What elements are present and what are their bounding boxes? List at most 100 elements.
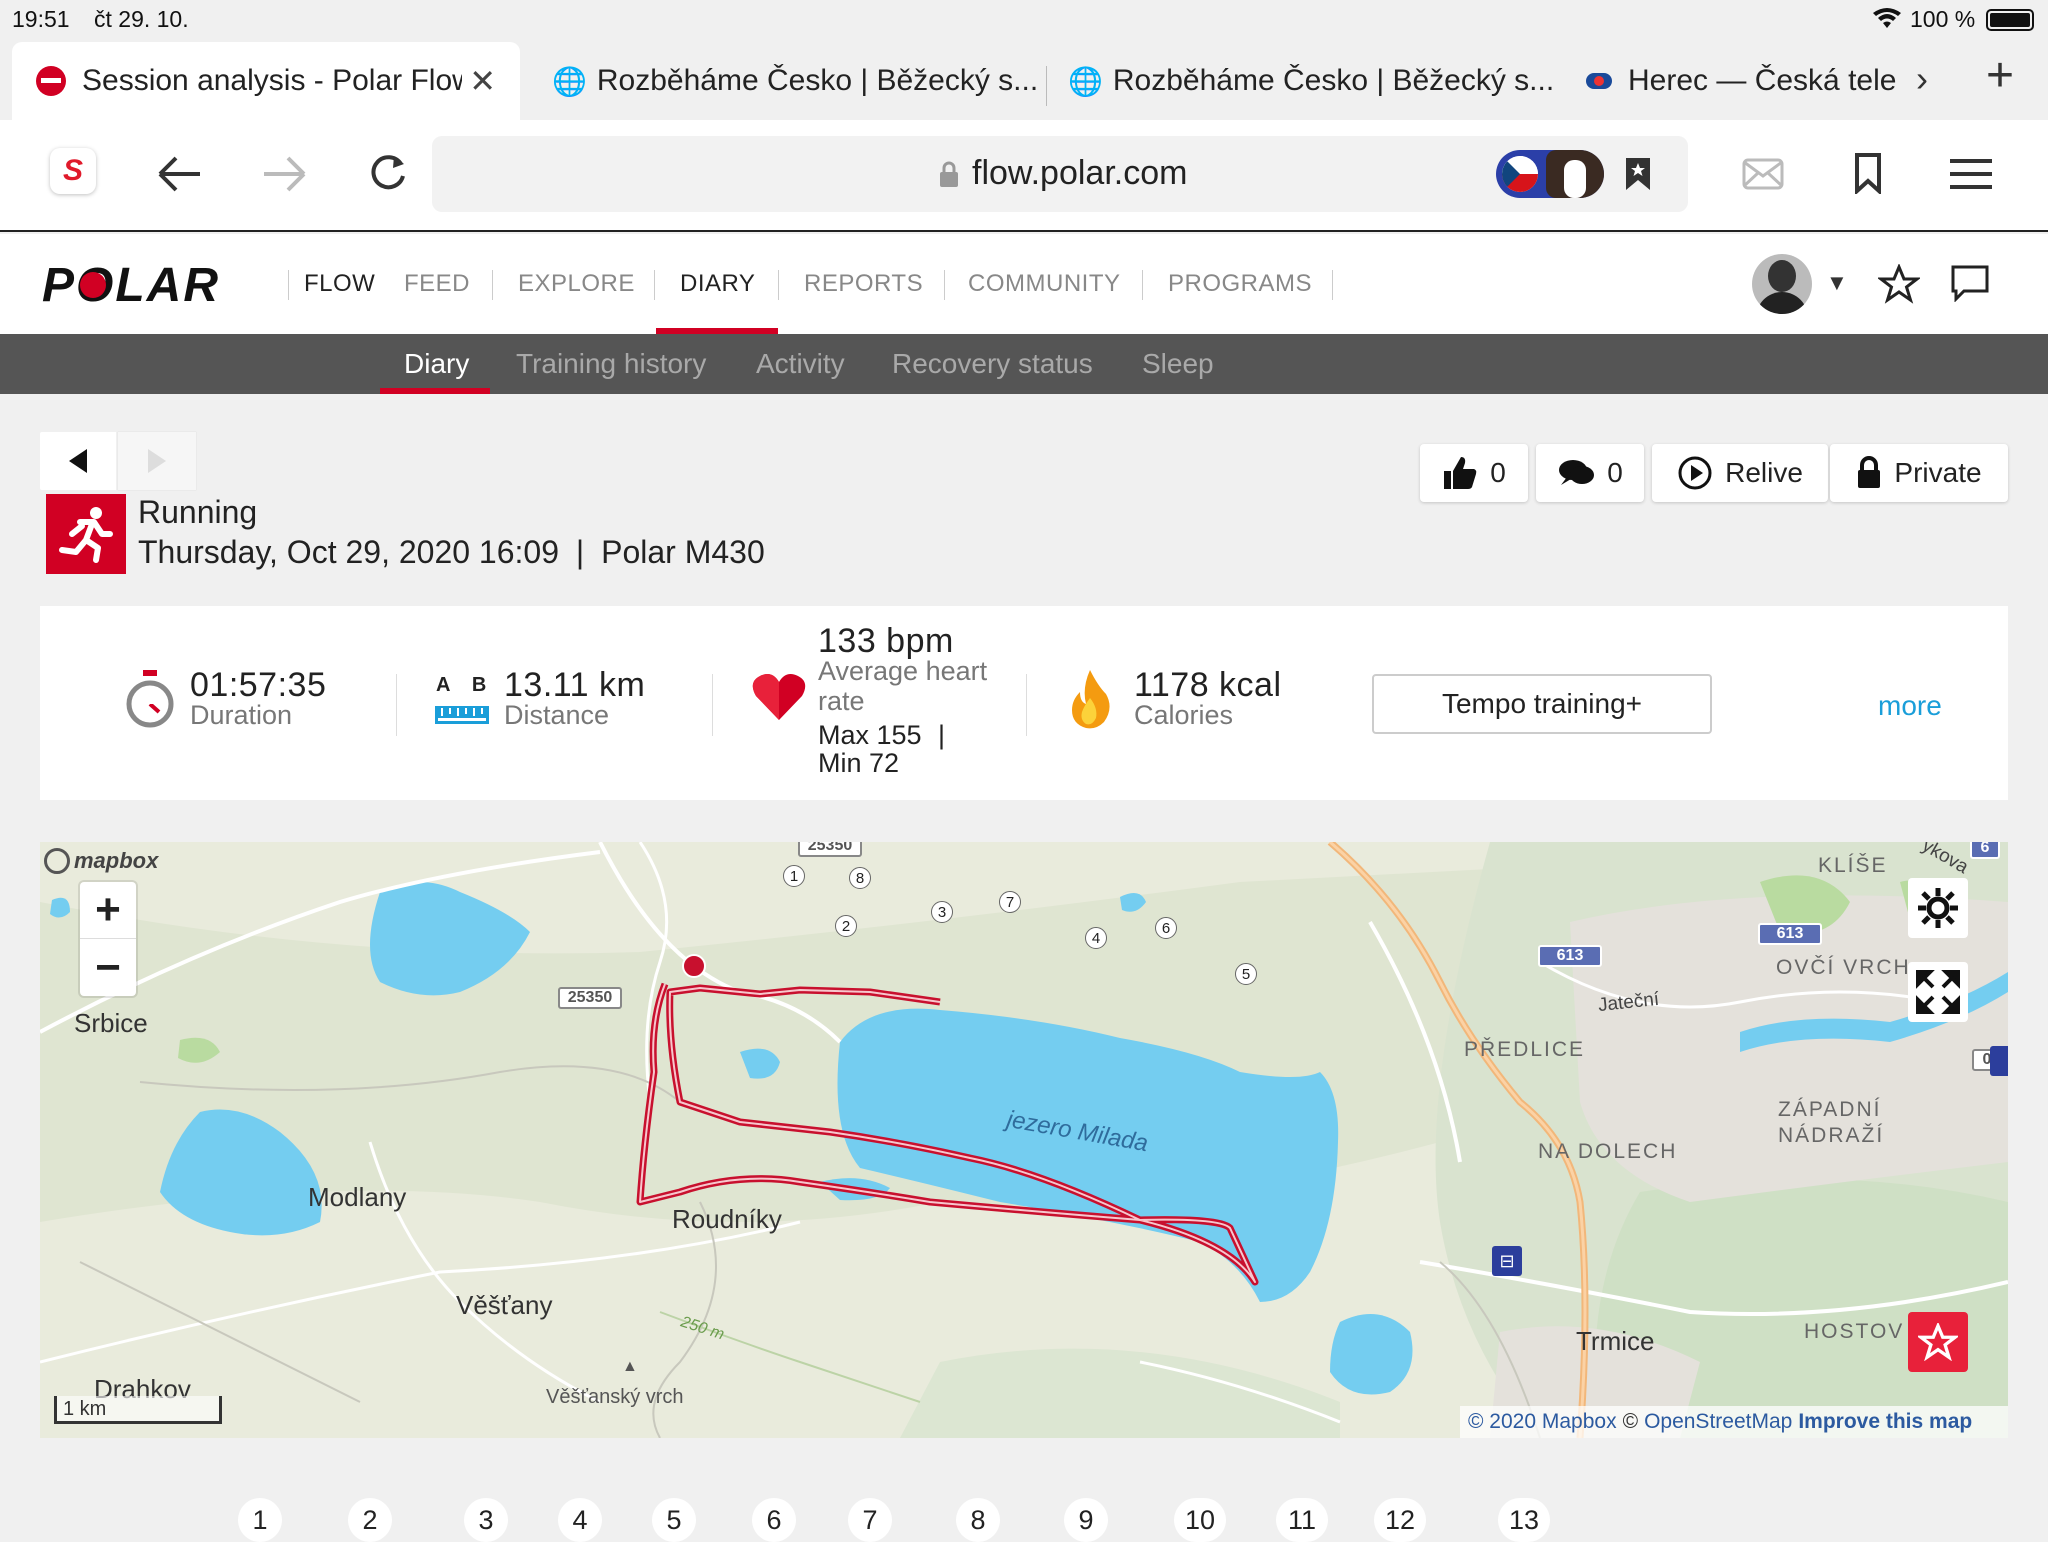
map-layers-button[interactable] — [1908, 878, 1968, 938]
place-zapadni: ZÁPADNÍ — [1778, 1098, 1882, 1121]
subnav-training-history[interactable]: Training history — [516, 334, 706, 394]
seznam-logo-icon[interactable]: S — [50, 148, 96, 194]
subnav-recovery-status[interactable]: Recovery status — [892, 334, 1093, 394]
lap-page-button[interactable]: 9 — [1064, 1498, 1108, 1542]
comment-button[interactable]: 0 — [1536, 444, 1644, 502]
session-datetime-line: Thursday, Oct 29, 2020 16:09 | Polar M43… — [138, 534, 765, 571]
like-button[interactable]: 0 — [1420, 444, 1528, 502]
attribution-separator: © — [1622, 1410, 1639, 1433]
lap-page-button[interactable]: 4 — [558, 1498, 602, 1542]
route-map[interactable]: 12345678910111213 2535025352253502535013… — [40, 842, 2008, 1438]
url-text: flow.polar.com — [972, 154, 1188, 192]
browser-tab-2[interactable]: 🌐 Rozběháme Česko | Běžecký s... — [532, 42, 1038, 120]
prev-session-button[interactable] — [40, 432, 116, 490]
next-session-button[interactable] — [118, 432, 196, 490]
training-benefit-button[interactable]: Tempo training+ — [1372, 674, 1712, 734]
lap-page-button[interactable]: 5 — [652, 1498, 696, 1542]
mail-icon[interactable] — [1742, 156, 1784, 192]
comments-icon — [1559, 460, 1595, 485]
hr-separator: | — [938, 720, 946, 750]
avatar[interactable] — [1752, 254, 1812, 314]
diary-subnav: Diary Training history Activity Recovery… — [0, 334, 2048, 394]
subnav-sleep[interactable]: Sleep — [1142, 334, 1214, 394]
ruler-icon — [435, 706, 489, 724]
lap-page-button[interactable]: 7 — [848, 1498, 892, 1542]
nav-feed[interactable]: FEED — [404, 234, 470, 334]
bookmark-star-icon[interactable] — [1624, 156, 1652, 192]
status-bar: 19:51 čt 29. 10. 100 % — [0, 0, 2048, 40]
lap-page-button[interactable]: 11 — [1276, 1498, 1328, 1542]
reload-icon[interactable] — [368, 152, 408, 192]
forward-arrow-icon[interactable] — [262, 154, 308, 194]
nav-flow[interactable]: FLOW — [304, 234, 375, 334]
place-ovci-vrch: OVČÍ VRCH — [1776, 956, 1911, 979]
star-icon[interactable] — [1878, 264, 1920, 304]
play-circle-icon — [1678, 456, 1712, 490]
summit-triangle-icon: ▲ — [622, 1358, 638, 1375]
polar-header: POLAR FLOW FEED EXPLORE DIARY REPORTS CO… — [0, 234, 2048, 334]
zoom-out-button[interactable]: − — [80, 939, 136, 996]
nav-community[interactable]: COMMUNITY — [968, 234, 1120, 334]
sport-name: Running — [138, 494, 258, 530]
relive-button[interactable]: Relive — [1652, 444, 1828, 502]
polar-logo[interactable]: POLAR — [42, 258, 220, 313]
status-time: 19:51 — [12, 6, 70, 32]
mapbox-logo[interactable]: mapbox — [44, 848, 158, 874]
address-bar[interactable]: flow.polar.com — [432, 136, 1688, 212]
fullscreen-button[interactable] — [1908, 962, 1968, 1022]
distance-label: Distance — [504, 700, 610, 730]
subnav-activity[interactable]: Activity — [756, 334, 845, 394]
globe-icon: 🌐 — [1068, 65, 1103, 97]
session-separator: | — [575, 534, 585, 570]
gear-icon — [1918, 888, 1958, 928]
padlock-icon — [1858, 456, 1881, 488]
nav-diary[interactable]: DIARY — [680, 234, 755, 334]
close-tab-icon[interactable]: ✕ — [469, 62, 496, 100]
back-arrow-icon[interactable] — [156, 154, 202, 194]
browser-tab-3[interactable]: 🌐 Rozběháme Česko | Běžecký s... — [1048, 42, 1554, 120]
road-number-shield: 25350 — [798, 842, 862, 857]
km-marker: 1 — [783, 865, 805, 887]
more-link[interactable]: more — [1878, 690, 1942, 722]
hamburger-menu-icon[interactable] — [1950, 158, 1992, 190]
attribution-osm-link[interactable]: OpenStreetMap — [1644, 1410, 1792, 1434]
nav-reports[interactable]: REPORTS — [804, 234, 923, 334]
privacy-button[interactable]: Private — [1830, 444, 2008, 502]
browser-tab-4[interactable]: Herec — Česká tele — [1562, 42, 1914, 120]
zoom-controls: + − — [80, 882, 136, 996]
attribution-mapbox-link[interactable]: © 2020 Mapbox — [1468, 1410, 1617, 1434]
lap-page-button[interactable]: 10 — [1174, 1498, 1226, 1542]
running-icon — [46, 494, 126, 574]
session-device: Polar M430 — [601, 534, 765, 570]
lap-page-button[interactable]: 13 — [1498, 1498, 1550, 1542]
lap-page-button[interactable]: 12 — [1374, 1498, 1426, 1542]
lap-page-button[interactable]: 2 — [348, 1498, 392, 1542]
tab-title: Rozběháme Česko | Běžecký s... — [1112, 64, 1554, 97]
wifi-icon — [1873, 8, 1901, 28]
bookmark-icon[interactable] — [1854, 152, 1882, 194]
lap-page-button[interactable]: 8 — [956, 1498, 1000, 1542]
km-marker: 5 — [1235, 963, 1257, 985]
chevron-down-icon[interactable]: ▼ — [1826, 270, 1848, 296]
lap-page-button[interactable]: 1 — [238, 1498, 282, 1542]
new-tab-plus-icon[interactable]: + — [1986, 48, 2014, 103]
zoom-in-button[interactable]: + — [80, 882, 136, 939]
browser-toolbar: S flow.polar.com — [0, 120, 2048, 232]
dog-extension-icon[interactable] — [1496, 150, 1604, 198]
messages-icon[interactable] — [1950, 264, 1990, 302]
lap-page-button[interactable]: 6 — [752, 1498, 796, 1542]
save-route-button[interactable] — [1908, 1312, 1968, 1372]
lap-page-button[interactable]: 3 — [464, 1498, 508, 1542]
place-srbice: Srbice — [74, 1008, 148, 1038]
nav-programs[interactable]: PROGRAMS — [1168, 234, 1312, 334]
subnav-diary[interactable]: Diary — [404, 334, 469, 394]
improve-map-link[interactable]: Improve this map — [1798, 1410, 1972, 1434]
road-number-shield: 613 — [1758, 923, 1822, 945]
browser-tab-session[interactable]: Session analysis - Polar Flow ✕ — [12, 42, 520, 120]
nav-explore[interactable]: EXPLORE — [518, 234, 635, 334]
chevron-right-icon[interactable]: › — [1916, 58, 1928, 100]
place-na-dolech: NA DOLECH — [1538, 1140, 1678, 1163]
place-vestansky-vrch: Věšťanský vrch — [546, 1386, 684, 1408]
km-marker: 3 — [931, 901, 953, 923]
km-marker: 6 — [1155, 917, 1177, 939]
